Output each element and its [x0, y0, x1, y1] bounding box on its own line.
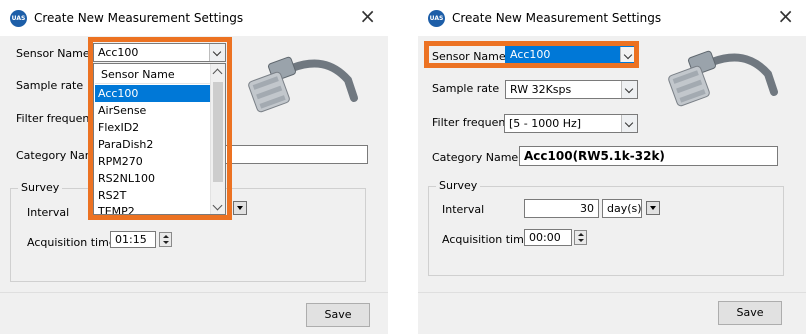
- button-bar: Save: [0, 292, 388, 334]
- sample-rate-combo[interactable]: RW 32Ksps: [505, 80, 638, 99]
- highlight-box: [88, 37, 232, 220]
- filter-frequency-value: [5 - 1000 Hz]: [509, 117, 582, 130]
- survey-label: Survey: [436, 179, 481, 192]
- acquisition-time-value: 01:15: [115, 233, 147, 246]
- dialog-title: Create New Measurement Settings: [34, 11, 244, 25]
- interval-input[interactable]: 30: [524, 199, 599, 218]
- save-button[interactable]: Save: [306, 303, 370, 327]
- category-name-value: Acc100(RW5.1k-32k): [524, 149, 665, 163]
- save-button[interactable]: Save: [718, 301, 782, 325]
- acquisition-time-spinner[interactable]: [574, 230, 587, 245]
- interval-unit-dropdown[interactable]: [646, 201, 660, 215]
- title-bar: UAS Create New Measurement Settings ×: [0, 0, 388, 36]
- dialog-title: Create New Measurement Settings: [452, 11, 662, 25]
- acquisition-time-label: Acquisition time: [27, 236, 116, 249]
- interval-unit-dropdown[interactable]: [233, 201, 247, 215]
- sample-rate-label: Sample rate: [432, 82, 500, 95]
- app-icon: UAS: [10, 10, 27, 27]
- acquisition-time-value: 00:00: [529, 231, 561, 244]
- interval-unit-value: day(s): [607, 202, 642, 215]
- acquisition-time-label: Acquisition time: [442, 233, 531, 246]
- button-bar: Save: [418, 292, 806, 334]
- interval-label: Interval: [442, 203, 485, 216]
- dialog-left: UAS Create New Measurement Settings × Se…: [0, 0, 388, 334]
- chevron-down-icon[interactable]: [621, 115, 637, 132]
- interval-value: 30: [580, 202, 594, 215]
- sample-rate-label: Sample rate: [16, 79, 84, 92]
- category-name-input[interactable]: [222, 145, 368, 164]
- sensor-image: [668, 50, 778, 107]
- interval-unit-field[interactable]: day(s): [602, 199, 642, 218]
- acquisition-time-input[interactable]: 01:15: [110, 231, 156, 248]
- highlight-box: [424, 41, 639, 68]
- sensor-name-label: Sensor Name: [16, 47, 90, 60]
- sensor-image: [248, 56, 358, 113]
- interval-label: Interval: [27, 206, 70, 219]
- sample-rate-value: RW 32Ksps: [510, 83, 572, 96]
- dialog-right: UAS Create New Measurement Settings × Se…: [418, 0, 806, 334]
- category-name-input[interactable]: Acc100(RW5.1k-32k): [519, 146, 778, 166]
- chevron-down-icon[interactable]: [621, 81, 637, 98]
- category-name-label: Category Name: [432, 151, 519, 164]
- acquisition-time-spinner[interactable]: [159, 232, 172, 247]
- close-icon[interactable]: ×: [777, 6, 794, 26]
- close-icon[interactable]: ×: [359, 6, 376, 26]
- acquisition-time-input[interactable]: 00:00: [524, 229, 572, 246]
- app-icon: UAS: [428, 10, 445, 27]
- survey-label: Survey: [18, 181, 63, 194]
- filter-frequency-combo[interactable]: [5 - 1000 Hz]: [504, 114, 638, 133]
